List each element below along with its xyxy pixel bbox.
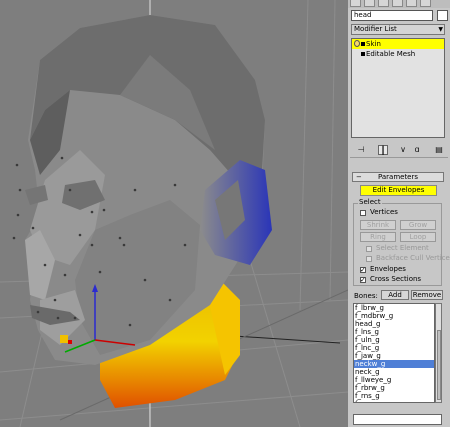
vertices-label: Vertices — [370, 208, 398, 216]
stack-item-label: Skin — [366, 40, 381, 48]
pin-stack-icon[interactable]: ⊣ — [356, 145, 366, 155]
grow-button[interactable]: Grow — [400, 220, 436, 230]
rollout-title: Parameters — [377, 173, 419, 181]
stack-item-editable-mesh[interactable]: Editable Mesh — [352, 49, 444, 59]
show-end-result-icon[interactable]: ┃ — [378, 145, 388, 155]
list-item[interactable]: f_lnc_g — [354, 344, 434, 352]
list-item[interactable]: head_g — [354, 320, 434, 328]
collapse-icon: − — [356, 173, 362, 181]
make-unique-icon[interactable]: ∨ — [398, 145, 408, 155]
vertices-checkbox[interactable] — [360, 210, 366, 216]
add-bone-button[interactable]: Add — [381, 290, 409, 300]
list-item[interactable]: f_jaw_g — [354, 352, 434, 360]
backface-cull-checkbox[interactable] — [366, 256, 372, 262]
modifier-list-label: Modifier List — [354, 25, 397, 33]
list-item[interactable]: f_rns_g — [354, 392, 434, 400]
remove-bone-button[interactable]: Remove — [411, 290, 443, 300]
bones-label: Bones: — [354, 292, 378, 300]
list-item[interactable]: f_lns_g — [354, 328, 434, 336]
list-item[interactable]: f_rnc_g — [354, 400, 434, 402]
command-panel-tabs — [348, 0, 450, 8]
modifier-list-dropdown[interactable]: Modifier List ▼ — [351, 24, 445, 35]
bones-list[interactable]: f_lbrw_g f_mdbrw_g head_g f_lns_g f_uln_… — [353, 303, 435, 403]
envelopes-checkbox[interactable] — [360, 265, 366, 275]
scrollbar-thumb[interactable] — [437, 330, 441, 400]
list-item[interactable]: f_mdbrw_g — [354, 312, 434, 320]
list-item[interactable]: f_rbrw_g — [354, 384, 434, 392]
object-color-swatch[interactable] — [437, 10, 448, 21]
viewport-scene — [0, 0, 348, 427]
motion-tab-icon[interactable] — [392, 0, 403, 7]
expand-icon[interactable] — [361, 42, 365, 46]
edit-envelopes-button[interactable]: Edit Envelopes — [360, 185, 437, 196]
remove-modifier-icon[interactable]: ɑ — [412, 145, 422, 155]
list-item[interactable]: neck_g — [354, 368, 434, 376]
list-item[interactable]: f_llweye_g — [354, 376, 434, 384]
chevron-down-icon: ▼ — [438, 26, 443, 33]
object-name-field[interactable]: head — [351, 10, 433, 21]
ring-button[interactable]: Ring — [360, 232, 396, 242]
modifier-stack: Skin Editable Mesh — [351, 38, 445, 138]
create-tab-icon[interactable] — [350, 0, 361, 7]
utilities-tab-icon[interactable] — [420, 0, 431, 7]
select-element-label: Select Element — [376, 244, 429, 252]
parameters-rollout-header[interactable]: − Parameters — [352, 172, 444, 182]
list-item-selected[interactable]: neckw_g — [354, 360, 434, 368]
cross-sections-label: Cross Sections — [370, 275, 422, 283]
lightbulb-icon[interactable] — [354, 40, 360, 47]
viewport-perspective[interactable] — [0, 0, 348, 427]
select-group-title: Select — [358, 198, 382, 206]
configure-sets-icon[interactable]: ▤ — [434, 145, 444, 155]
list-item[interactable]: f_uln_g — [354, 336, 434, 344]
hierarchy-tab-icon[interactable] — [378, 0, 389, 7]
backface-cull-label: Backface Cull Vertices — [376, 254, 450, 262]
list-item[interactable]: f_lbrw_g — [354, 304, 434, 312]
bones-list-scrollbar[interactable] — [435, 303, 442, 403]
modify-tab-icon[interactable] — [364, 0, 375, 7]
bone-filter-field[interactable] — [353, 414, 442, 425]
stack-item-label: Editable Mesh — [366, 50, 416, 58]
cross-sections-checkbox[interactable] — [360, 275, 366, 285]
display-tab-icon[interactable] — [406, 0, 417, 7]
loop-button[interactable]: Loop — [400, 232, 436, 242]
stack-toolbar: ⊣ ┃ ∨ ɑ ▤ — [350, 143, 448, 158]
shrink-button[interactable]: Shrink — [360, 220, 396, 230]
command-panel: head Modifier List ▼ Skin Editable Mesh … — [348, 0, 450, 427]
expand-icon[interactable] — [361, 52, 365, 56]
stack-item-skin[interactable]: Skin — [352, 39, 444, 49]
select-element-checkbox[interactable] — [366, 246, 372, 252]
envelopes-label: Envelopes — [370, 265, 406, 273]
